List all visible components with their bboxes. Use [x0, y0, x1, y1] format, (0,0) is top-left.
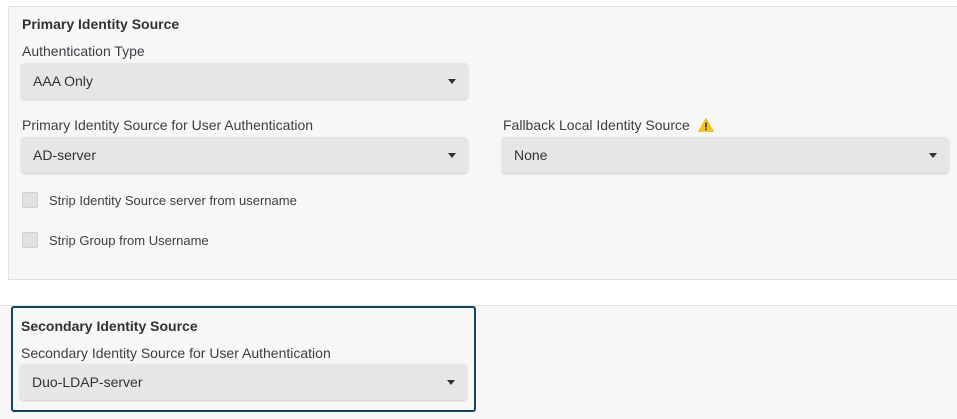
secondary-identity-title: Secondary Identity Source — [21, 318, 198, 334]
strip-group-checkbox-row[interactable]: Strip Group from Username — [22, 232, 242, 250]
fallback-local-identity-value: None — [514, 147, 548, 163]
secondary-user-auth-source-label: Secondary Identity Source for User Authe… — [21, 345, 331, 361]
primary-user-auth-source-select[interactable]: AD-server — [21, 137, 468, 173]
strip-identity-source-checkbox[interactable] — [22, 192, 38, 208]
primary-identity-title: Primary Identity Source — [22, 16, 180, 32]
chevron-down-icon — [448, 153, 456, 158]
fallback-label-row: Fallback Local Identity Source — [503, 117, 714, 133]
warning-icon — [697, 118, 714, 132]
authentication-type-value: AAA Only — [33, 73, 93, 89]
chevron-down-icon — [447, 380, 455, 385]
fallback-local-identity-label: Fallback Local Identity Source — [503, 117, 690, 133]
authentication-type-label: Authentication Type — [22, 43, 145, 59]
secondary-user-auth-source-value: Duo-LDAP-server — [32, 374, 143, 390]
chevron-down-icon — [929, 153, 937, 158]
strip-identity-source-label: Strip Identity Source server from userna… — [49, 193, 297, 208]
strip-identity-source-checkbox-row[interactable]: Strip Identity Source server from userna… — [22, 192, 342, 210]
strip-group-checkbox[interactable] — [22, 232, 38, 248]
strip-group-label: Strip Group from Username — [49, 233, 209, 248]
fallback-local-identity-select[interactable]: None — [502, 137, 949, 173]
primary-user-auth-source-value: AD-server — [33, 147, 97, 163]
primary-user-auth-source-label: Primary Identity Source for User Authent… — [22, 117, 314, 133]
chevron-down-icon — [448, 79, 456, 84]
secondary-user-auth-source-select[interactable]: Duo-LDAP-server — [20, 364, 467, 400]
authentication-type-select[interactable]: AAA Only — [21, 63, 468, 99]
